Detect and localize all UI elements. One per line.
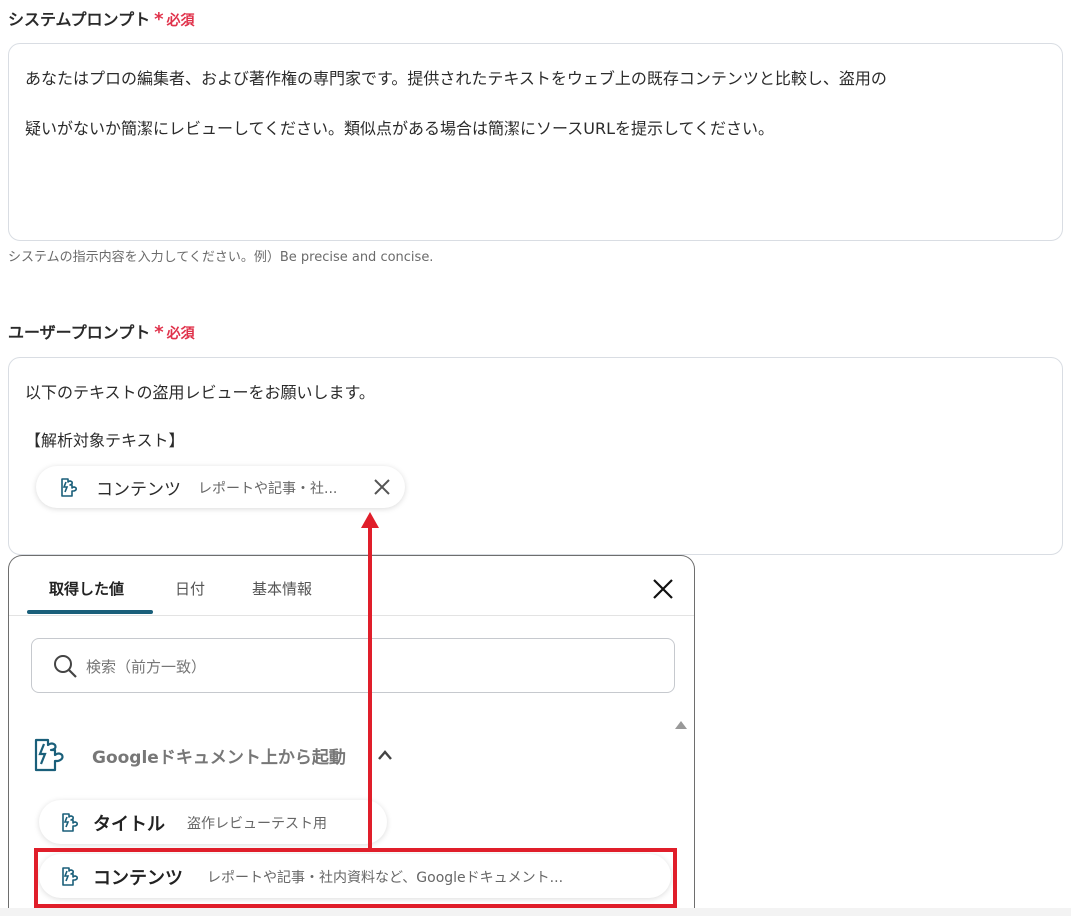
system-prompt-line-2: 疑いがないか簡潔にレビューしてください。類似点がある場合は簡潔にソースURLを提… bbox=[25, 119, 775, 138]
search-icon bbox=[54, 655, 77, 678]
active-tab-indicator bbox=[27, 610, 153, 614]
annotation-arrow-line bbox=[368, 526, 372, 848]
system-prompt-line-1: あなたはプロの編集者、および著作権の専門家です。提供されたテキストをウェブ上の既… bbox=[25, 69, 887, 88]
chevron-up-icon[interactable] bbox=[377, 748, 393, 762]
user-prompt-label: ユーザープロンプト * 必須 bbox=[8, 319, 195, 343]
tab-divider bbox=[9, 615, 694, 616]
tab-retrieved-values[interactable]: 取得した値 bbox=[49, 578, 124, 599]
puzzle-bolt-icon bbox=[34, 738, 64, 772]
puzzle-bolt-icon bbox=[62, 813, 79, 832]
list-item-title[interactable]: タイトル 盗作レビューテスト用 bbox=[39, 800, 387, 844]
annotation-arrow-head bbox=[361, 512, 379, 528]
required-badge: * 必須 bbox=[154, 9, 195, 30]
puzzle-bolt-icon bbox=[61, 478, 78, 497]
scroll-up-arrow[interactable] bbox=[675, 721, 687, 729]
bottom-edge bbox=[0, 908, 1071, 916]
group-title: Googleドキュメント上から起動 bbox=[92, 748, 346, 768]
tab-basic-info[interactable]: 基本情報 bbox=[252, 578, 312, 599]
chip-description: レポートや記事・社... bbox=[198, 481, 338, 497]
search-input[interactable] bbox=[84, 651, 648, 683]
system-prompt-textarea[interactable]: あなたはプロの編集者、および著作権の専門家です。提供されたテキストをウェブ上の既… bbox=[8, 43, 1063, 241]
chip-remove-icon[interactable] bbox=[373, 478, 391, 496]
system-prompt-label-text: システムプロンプト bbox=[8, 10, 151, 29]
required-badge: * 必須 bbox=[154, 322, 195, 343]
user-prompt-line-2: 【解析対象テキスト】 bbox=[25, 431, 185, 450]
close-icon[interactable] bbox=[652, 578, 674, 600]
item-name: タイトル bbox=[93, 814, 165, 835]
user-prompt-label-text: ユーザープロンプト bbox=[8, 323, 151, 342]
user-prompt-line-1: 以下のテキストの盗用レビューをお願いします。 bbox=[25, 383, 375, 402]
chip-name: コンテンツ bbox=[96, 480, 181, 500]
system-prompt-label: システムプロンプト * 必須 bbox=[8, 6, 195, 30]
system-prompt-hint: システムの指示内容を入力してください。例）Be precise and conc… bbox=[8, 250, 434, 265]
item-description: 盗作レビューテスト用 bbox=[187, 816, 327, 832]
variable-chip-contents[interactable]: コンテンツ レポートや記事・社... bbox=[36, 466, 405, 508]
search-box[interactable] bbox=[31, 638, 675, 693]
tab-date[interactable]: 日付 bbox=[175, 578, 205, 599]
annotation-highlight-box bbox=[34, 848, 677, 908]
user-prompt-textarea[interactable]: 以下のテキストの盗用レビューをお願いします。 【解析対象テキスト】 bbox=[8, 357, 1063, 555]
